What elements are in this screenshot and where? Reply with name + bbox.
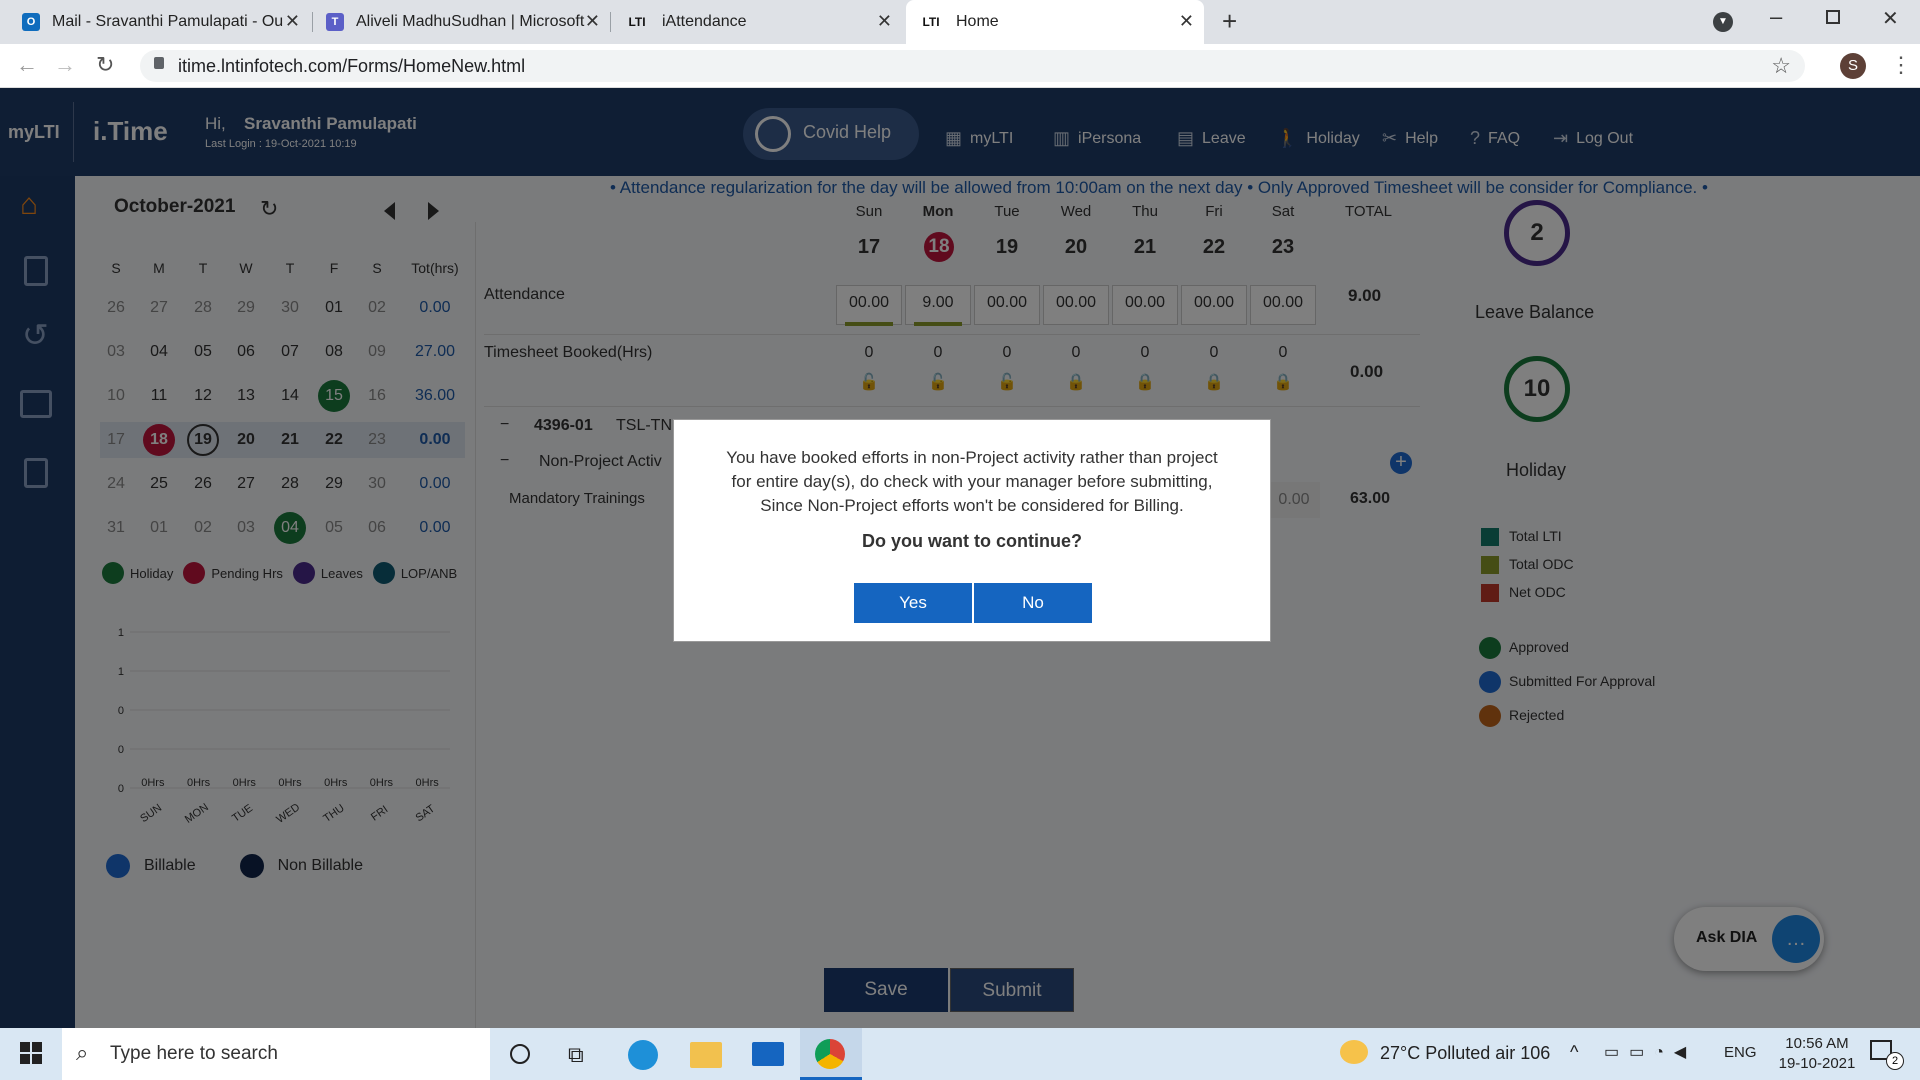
lti-icon: LTI [628, 15, 646, 29]
outlook-icon: O [22, 13, 40, 31]
cortana-icon[interactable] [510, 1044, 530, 1064]
close-icon[interactable]: ✕ [285, 11, 300, 32]
tab-search-icon[interactable]: ▼ [1713, 12, 1733, 32]
mail-icon[interactable] [752, 1042, 784, 1066]
clock[interactable]: 10:56 AM 19-10-2021 [1772, 1034, 1862, 1074]
new-tab-button[interactable]: + [1222, 6, 1237, 37]
bookmark-star-icon[interactable]: ☆ [1771, 53, 1791, 79]
browser-tab-teams[interactable]: T Aliveli MadhuSudhan | Microsoft ✕ [314, 0, 610, 44]
maximize-button[interactable] [1826, 10, 1840, 24]
dialog-message: You have booked efforts in non-Project a… [726, 448, 1218, 515]
close-icon[interactable]: ✕ [1179, 11, 1194, 32]
teams-icon: T [326, 13, 344, 31]
tray-chevron-icon[interactable]: ^ [1570, 1042, 1578, 1063]
lti-icon: LTI [922, 15, 940, 29]
address-bar-row: ← → ↻ itime.lntinfotech.com/Forms/HomeNe… [0, 44, 1920, 88]
back-icon[interactable]: ← [16, 52, 38, 78]
confirm-dialog: You have booked efforts in non-Project a… [673, 419, 1271, 642]
forward-icon[interactable]: → [54, 52, 76, 78]
no-button[interactable]: No [974, 583, 1092, 623]
url-input[interactable]: itime.lntinfotech.com/Forms/HomeNew.html… [140, 50, 1805, 82]
notification-badge: 2 [1886, 1052, 1904, 1070]
weather-text[interactable]: 27°C Polluted air 106 [1380, 1043, 1550, 1064]
reload-icon[interactable]: ↻ [96, 52, 114, 78]
windows-start-icon[interactable] [20, 1042, 42, 1064]
tray-icons[interactable]: ▭▭◔◀ [1604, 1042, 1696, 1062]
lock-icon [154, 57, 164, 69]
task-view-icon[interactable]: ⧉ [568, 1042, 584, 1068]
language-indicator[interactable]: ENG [1724, 1044, 1757, 1061]
dialog-question: Do you want to continue? [862, 531, 1082, 551]
browser-tab-home[interactable]: LTI Home ✕ [906, 0, 1204, 44]
browser-tab-bar: O Mail - Sravanthi Pamulapati - Ou ✕ T A… [0, 0, 1920, 44]
close-window-button[interactable]: ✕ [1882, 6, 1899, 31]
search-icon: ⌕ [76, 1040, 89, 1065]
browser-tab-mail[interactable]: O Mail - Sravanthi Pamulapati - Ou ✕ [10, 0, 310, 44]
profile-avatar[interactable]: S [1840, 53, 1866, 79]
file-explorer-icon[interactable] [690, 1042, 722, 1068]
chrome-taskbar-button[interactable] [800, 1028, 862, 1080]
close-icon[interactable]: ✕ [585, 11, 600, 32]
windows-taskbar: ⌕ Type here to search ⧉ 27°C Polluted ai… [0, 1028, 1920, 1080]
minimize-button[interactable]: – [1770, 4, 1782, 30]
close-icon[interactable]: ✕ [877, 11, 892, 32]
yes-button[interactable]: Yes [854, 583, 972, 623]
edge-icon[interactable] [628, 1040, 658, 1070]
chrome-icon [815, 1039, 845, 1069]
browser-tab-iattendance[interactable]: LTI iAttendance ✕ [612, 0, 902, 44]
menu-icon[interactable]: ⋮ [1890, 52, 1912, 78]
taskbar-search[interactable]: ⌕ Type here to search [62, 1028, 490, 1080]
weather-icon [1340, 1040, 1368, 1064]
